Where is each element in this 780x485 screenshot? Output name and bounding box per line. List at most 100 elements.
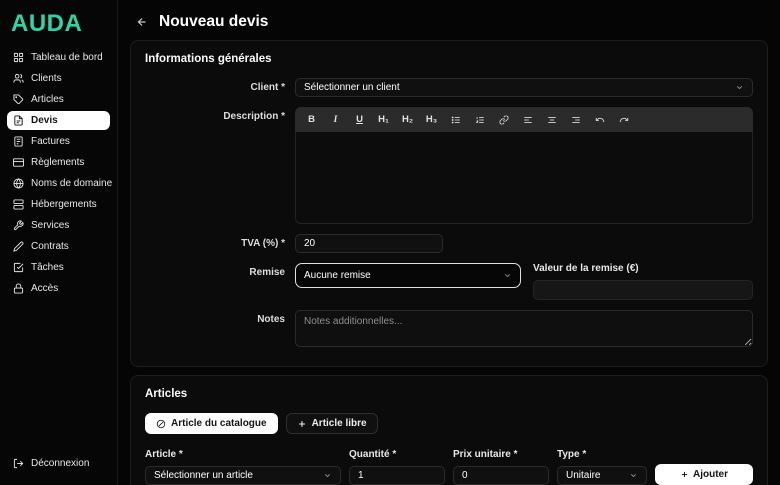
client-select-value: Sélectionner un client bbox=[304, 82, 400, 93]
sidebar-item-label: Services bbox=[31, 220, 70, 231]
add-article-label: Ajouter bbox=[693, 469, 728, 480]
sidebar-item-label: Noms de domaine bbox=[31, 178, 113, 189]
rich-text-toolbar: B I U H₁ H₂ H₃ bbox=[295, 107, 753, 132]
notes-textarea[interactable] bbox=[295, 310, 753, 347]
tva-label: TVA (%) * bbox=[241, 238, 285, 249]
articles-card: Articles Article du catalogue Article li… bbox=[130, 375, 768, 485]
check-square-icon bbox=[13, 262, 24, 273]
sidebar-item-label: Devis bbox=[31, 115, 58, 126]
notes-label: Notes bbox=[257, 314, 285, 325]
wrench-icon bbox=[13, 220, 24, 231]
tva-input[interactable] bbox=[295, 234, 443, 253]
users-icon bbox=[13, 73, 24, 84]
heading3-button[interactable]: H₃ bbox=[421, 111, 442, 129]
free-article-button[interactable]: Article libre bbox=[285, 413, 378, 434]
bullet-list-icon[interactable] bbox=[445, 111, 466, 129]
sidebar-item-clients[interactable]: Clients bbox=[7, 69, 110, 88]
quantity-input[interactable] bbox=[349, 466, 445, 485]
credit-card-icon bbox=[13, 157, 24, 168]
bold-button[interactable]: B bbox=[301, 111, 322, 129]
sidebar-item-label: Contrats bbox=[31, 241, 69, 252]
catalog-article-label: Article du catalogue bbox=[171, 418, 267, 429]
add-article-button[interactable]: Ajouter bbox=[655, 464, 753, 485]
sidebar-item-reglements[interactable]: Règlements bbox=[7, 153, 110, 172]
undo-icon[interactable] bbox=[589, 111, 610, 129]
sidebar-item-acces[interactable]: Accès bbox=[7, 279, 110, 298]
chevron-down-icon bbox=[629, 471, 638, 480]
ordered-list-icon[interactable] bbox=[469, 111, 490, 129]
client-label: Client * bbox=[250, 82, 285, 93]
sidebar-item-devis[interactable]: Devis bbox=[7, 111, 110, 130]
notes-row: Notes bbox=[145, 310, 753, 352]
sidebar-item-articles[interactable]: Articles bbox=[7, 90, 110, 109]
sidebar-item-label: Règlements bbox=[31, 157, 85, 168]
sidebar-item-label: Clients bbox=[31, 73, 62, 84]
unit-price-label: Prix unitaire * bbox=[453, 449, 518, 460]
remise-label: Remise bbox=[249, 267, 285, 278]
globe-icon bbox=[13, 178, 24, 189]
plus-icon bbox=[680, 470, 689, 479]
remise-row: Remise Aucune remise Valeur de la remise… bbox=[145, 263, 753, 300]
redo-icon[interactable] bbox=[613, 111, 634, 129]
chevron-down-icon bbox=[503, 271, 512, 280]
page-title: Nouveau devis bbox=[159, 13, 269, 30]
sidebar-item-label: Articles bbox=[31, 94, 64, 105]
article-select[interactable]: Sélectionner un article bbox=[145, 466, 341, 485]
type-select-value: Unitaire bbox=[566, 470, 601, 481]
sidebar-item-tableau-de-bord[interactable]: Tableau de bord bbox=[7, 48, 110, 67]
articles-title: Articles bbox=[145, 388, 188, 400]
italic-button[interactable]: I bbox=[325, 111, 346, 129]
article-select-value: Sélectionner un article bbox=[154, 470, 253, 481]
type-select[interactable]: Unitaire bbox=[557, 466, 647, 485]
quantity-label: Quantité * bbox=[349, 449, 397, 460]
app-logo: AUDA bbox=[11, 10, 83, 37]
sidebar-item-label: Tableau de bord bbox=[31, 52, 103, 63]
remise-value-label: Valeur de la remise (€) bbox=[533, 263, 639, 274]
dashboard-icon bbox=[13, 52, 24, 63]
back-button[interactable] bbox=[136, 16, 148, 28]
sidebar-item-factures[interactable]: Factures bbox=[7, 132, 110, 151]
sidebar-item-services[interactable]: Services bbox=[7, 216, 110, 235]
align-right-icon[interactable] bbox=[565, 111, 586, 129]
heading1-button[interactable]: H₁ bbox=[373, 111, 394, 129]
arrow-left-icon bbox=[136, 16, 148, 28]
add-article-form: Article * Sélectionner un article Quanti… bbox=[145, 449, 753, 485]
remise-value-input[interactable] bbox=[533, 280, 753, 300]
sidebar-item-taches[interactable]: Tâches bbox=[7, 258, 110, 277]
tag-icon bbox=[13, 94, 24, 105]
sidebar-item-label: Tâches bbox=[31, 262, 64, 273]
sidebar-item-noms-de-domaine[interactable]: Noms de domaine bbox=[7, 174, 113, 193]
logout-icon bbox=[13, 458, 24, 469]
general-info-card: Informations générales Client * Sélectio… bbox=[130, 40, 768, 367]
pen-icon bbox=[13, 241, 24, 252]
type-label: Type * bbox=[557, 449, 587, 460]
sidebar-item-contrats[interactable]: Contrats bbox=[7, 237, 110, 256]
chevron-down-icon bbox=[323, 471, 332, 480]
page-header: Nouveau devis bbox=[118, 0, 780, 40]
catalog-article-button[interactable]: Article du catalogue bbox=[145, 413, 278, 434]
receipt-icon bbox=[13, 136, 24, 147]
align-center-icon[interactable] bbox=[541, 111, 562, 129]
client-select[interactable]: Sélectionner un client bbox=[295, 78, 753, 97]
unit-price-input[interactable] bbox=[453, 466, 549, 485]
client-row: Client * Sélectionner un client bbox=[145, 78, 753, 97]
sidebar-item-label: Factures bbox=[31, 136, 70, 147]
free-article-label: Article libre bbox=[311, 418, 367, 429]
chevron-down-icon bbox=[735, 83, 744, 92]
logout-button[interactable]: Déconnexion bbox=[7, 454, 110, 473]
remise-select[interactable]: Aucune remise bbox=[295, 263, 521, 288]
sidebar-item-label: Hébergements bbox=[31, 199, 97, 210]
plus-icon bbox=[297, 419, 307, 429]
heading2-button[interactable]: H₂ bbox=[397, 111, 418, 129]
file-text-icon bbox=[13, 115, 24, 126]
description-label: Description * bbox=[223, 111, 285, 122]
align-left-icon[interactable] bbox=[517, 111, 538, 129]
link-icon[interactable] bbox=[493, 111, 514, 129]
sidebar-item-hebergements[interactable]: Hébergements bbox=[7, 195, 110, 214]
remise-select-value: Aucune remise bbox=[304, 270, 371, 281]
tag-circle-icon bbox=[156, 419, 166, 429]
article-label: Article * bbox=[145, 449, 183, 460]
description-editor[interactable] bbox=[295, 132, 753, 224]
logout-label: Déconnexion bbox=[31, 458, 90, 469]
underline-button[interactable]: U bbox=[349, 111, 370, 129]
